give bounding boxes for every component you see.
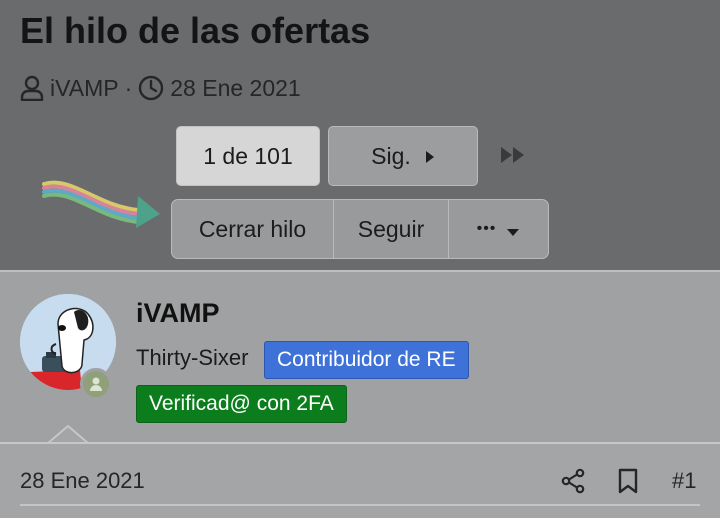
close-thread-button[interactable]: Cerrar hilo	[172, 200, 334, 258]
share-icon[interactable]	[560, 468, 586, 494]
user-icon	[20, 75, 44, 101]
post-username[interactable]: iVAMP	[136, 298, 220, 329]
next-page-label: Sig.	[371, 142, 411, 169]
double-chevron-right-icon	[499, 147, 529, 171]
verified-2fa-badge: Verificad@ con 2FA	[136, 385, 347, 423]
thread-header: El hilo de las ofertas iVAMP · 28 Ene 20…	[0, 0, 720, 270]
page-selector-button[interactable]: 1 de 101	[176, 126, 320, 186]
ellipsis-icon: •••	[476, 220, 497, 237]
close-thread-label: Cerrar hilo	[198, 215, 307, 242]
contributor-badge: Contribuidor de RE	[264, 341, 469, 379]
follow-button[interactable]: Seguir	[334, 200, 449, 258]
thread-date-link[interactable]: 28 Ene 2021	[170, 75, 300, 102]
post-number-link[interactable]: #1	[672, 468, 696, 494]
online-status-icon	[80, 368, 112, 400]
page-indicator: 1 de 101	[203, 142, 293, 169]
last-page-button[interactable]	[499, 143, 531, 167]
thread-meta: iVAMP · 28 Ene 2021	[20, 71, 301, 105]
thread-author-link[interactable]: iVAMP	[50, 75, 119, 102]
follow-label: Seguir	[357, 215, 425, 242]
more-options-button[interactable]: •••	[449, 200, 548, 258]
bookmark-icon[interactable]	[617, 468, 639, 494]
decorative-arrow-icon	[42, 180, 160, 228]
post-date-link[interactable]: 28 Ene 2021	[20, 468, 145, 494]
thread-actions: Cerrar hilo Seguir •••	[171, 199, 549, 259]
clock-icon	[138, 75, 164, 101]
next-page-button[interactable]: Sig.	[328, 126, 478, 186]
chevron-down-icon	[506, 216, 520, 243]
post: iVAMP Thirty-Sixer Contribuidor de RE Ve…	[0, 270, 720, 518]
post-footer: 28 Ene 2021 #1	[0, 444, 720, 518]
page-title: El hilo de las ofertas	[20, 10, 371, 51]
user-title: Thirty-Sixer	[136, 345, 249, 370]
meta-separator: ·	[124, 74, 133, 101]
footer-divider	[20, 504, 700, 506]
caret-right-icon	[425, 143, 435, 170]
